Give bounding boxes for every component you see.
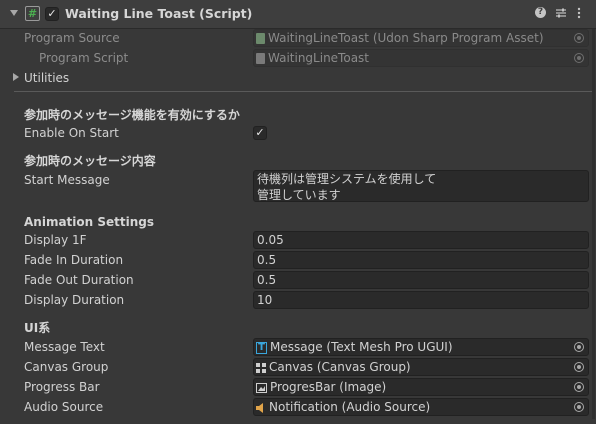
canvas-group-value: Canvas (Canvas Group) [269,360,411,374]
canvas-group-field[interactable]: Canvas (Canvas Group) [253,358,589,376]
display-duration-label: Display Duration [24,293,125,307]
component-enabled-checkbox[interactable]: ✓ [45,7,59,21]
enable-on-start-checkbox[interactable]: ✓ [253,126,267,140]
object-picker-icon[interactable] [574,53,584,63]
script-component-icon: # [25,6,40,21]
utilities-foldout-arrow-icon[interactable] [13,73,19,81]
object-picker-icon[interactable] [574,382,584,392]
program-script-value: WaitingLineToast [268,51,369,65]
start-message-textarea[interactable]: 待機列は管理システムを使用して 管理しています [253,170,589,202]
object-picker-icon[interactable] [574,33,584,43]
section-header-join-message-content: 参加時のメッセージ内容 [24,154,156,168]
fade-in-duration-input[interactable]: 0.5 [253,251,589,269]
object-picker-icon[interactable] [574,402,584,412]
progress-bar-label: Progress Bar [24,380,100,394]
program-script-field[interactable]: WaitingLineToast [253,49,589,67]
canvas-group-icon [256,362,266,373]
section-header-animation-settings: Animation Settings [24,215,155,229]
start-message-label: Start Message [24,173,110,187]
message-text-label: Message Text [24,340,105,354]
csharp-script-icon [256,53,265,64]
display-1f-input[interactable]: 0.05 [253,231,589,249]
display-1f-label: Display 1F [24,233,87,247]
udon-program-asset-icon [256,33,265,44]
section-header-join-message-enable: 参加時のメッセージ機能を有効にするか [24,108,240,122]
object-picker-icon[interactable] [574,342,584,352]
program-script-label: Program Script [39,51,129,65]
message-text-field[interactable]: T Message (Text Mesh Pro UGUI) [253,338,589,356]
foldout-arrow-icon[interactable] [10,10,18,16]
fade-out-duration-label: Fade Out Duration [24,273,134,287]
audio-source-icon [256,402,263,413]
progress-bar-field[interactable]: ProgresBar (Image) [253,378,589,396]
component-title: Waiting Line Toast (Script) [65,6,253,21]
textmeshpro-icon: T [256,341,267,354]
display-duration-input[interactable]: 10 [253,291,589,309]
help-icon[interactable]: ? [535,7,546,18]
fade-in-duration-label: Fade In Duration [24,253,124,267]
program-source-field[interactable]: WaitingLineToast (Udon Sharp Program Ass… [253,29,589,47]
program-source-label: Program Source [24,31,120,45]
presets-icon[interactable] [555,7,567,19]
message-text-value: Message (Text Mesh Pro UGUI) [270,340,453,354]
image-icon [256,382,267,393]
context-menu-icon[interactable] [576,7,582,19]
canvas-group-label: Canvas Group [24,360,109,374]
section-header-ui: UI系 [24,321,51,335]
program-source-value: WaitingLineToast (Udon Sharp Program Ass… [268,31,544,45]
start-message-line-1: 待機列は管理システムを使用して [257,172,437,186]
audio-source-field[interactable]: Notification (Audio Source) [253,398,589,416]
utilities-foldout-label[interactable]: Utilities [24,70,69,86]
enable-on-start-label: Enable On Start [24,126,119,140]
scrollbar[interactable] [592,29,595,419]
audio-source-label: Audio Source [24,400,104,414]
start-message-line-2: 管理しています [257,188,341,202]
object-picker-icon[interactable] [574,362,584,372]
progress-bar-value: ProgresBar (Image) [270,380,387,394]
separator-line [14,91,592,92]
audio-source-value: Notification (Audio Source) [269,400,431,414]
fade-out-duration-input[interactable]: 0.5 [253,271,589,289]
